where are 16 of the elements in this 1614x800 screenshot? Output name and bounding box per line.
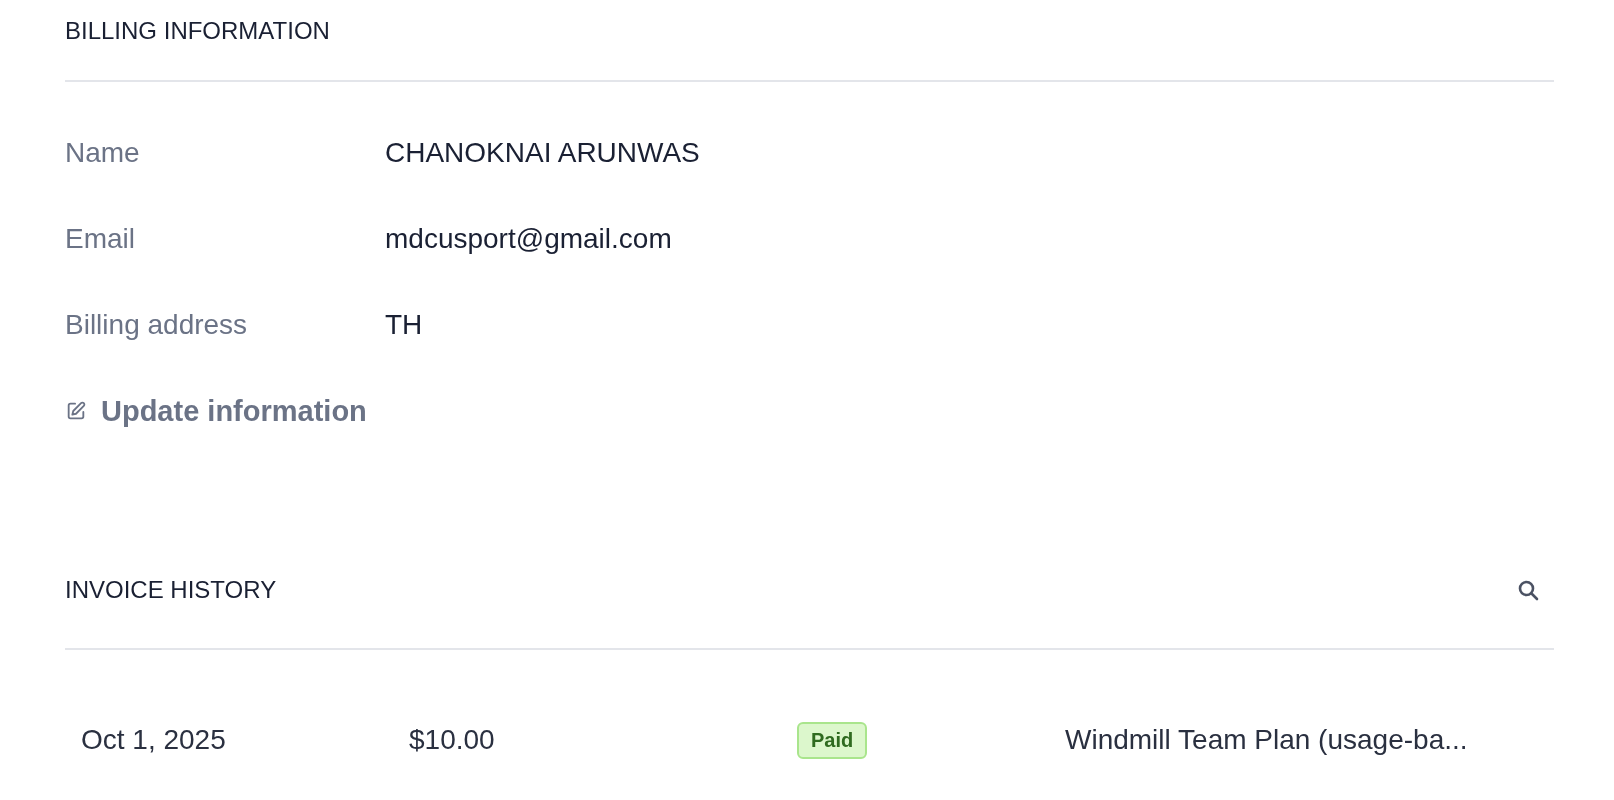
field-label: Billing address: [65, 309, 249, 341]
field-label: Email: [65, 223, 136, 255]
invoice-date: Oct 1, 2025: [81, 724, 226, 756]
invoice-amount: $10.00: [409, 724, 495, 756]
field-value: mdcusport@gmail.com: [385, 223, 672, 255]
search-icon: [1516, 578, 1540, 602]
invoice-description: Windmill Team Plan (usage-ba...: [1065, 724, 1468, 756]
update-information-link[interactable]: Update information: [65, 368, 367, 454]
field-value: TH: [385, 309, 423, 341]
section-title: BILLING INFORMATION: [65, 17, 330, 45]
status-badge: Paid: [797, 721, 868, 759]
field-value: CHANOKNAI ARUNWAS: [385, 137, 700, 169]
section-title: INVOICE HISTORY: [65, 576, 277, 604]
edit-icon: [65, 400, 87, 422]
field-label: Name: [65, 137, 141, 169]
search-button[interactable]: [1516, 578, 1540, 602]
